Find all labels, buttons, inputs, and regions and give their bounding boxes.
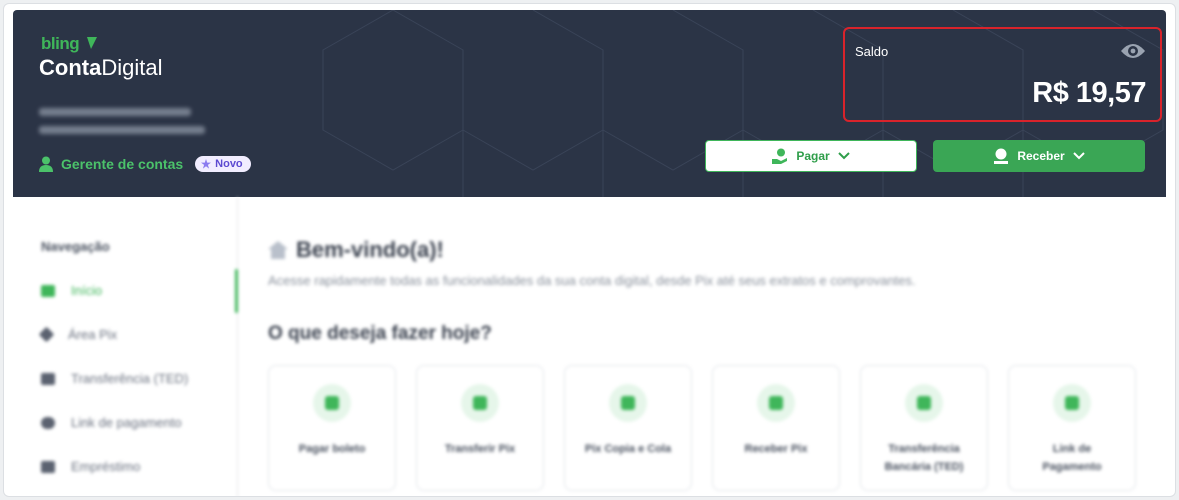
card-label: Pix Copia e Cola bbox=[573, 440, 683, 458]
bank-icon bbox=[905, 384, 943, 422]
pay-button[interactable]: Pagar bbox=[705, 140, 917, 172]
card-label: Link de Pagamento bbox=[1017, 440, 1127, 476]
card-label: Transferência Bancária (TED) bbox=[869, 440, 979, 476]
welcome-text: Bem-vindo(a)! bbox=[296, 237, 444, 262]
sidebar-item-label: Transferência (TED) bbox=[71, 371, 189, 386]
new-badge-label: Novo bbox=[215, 158, 243, 170]
conta-digital-logo: ContaDigital bbox=[39, 55, 162, 81]
card-pagar-boleto[interactable]: Pagar boleto bbox=[268, 365, 396, 491]
welcome-subtitle: Acesse rapidamente todas as funcionalida… bbox=[268, 273, 916, 288]
balance-panel: Saldo R$ 19,57 bbox=[843, 27, 1162, 122]
eye-icon[interactable] bbox=[1120, 40, 1146, 62]
card-label: Receber Pix bbox=[721, 440, 831, 458]
sidebar-item-link-pagamento[interactable]: Link de pagamento bbox=[41, 415, 182, 430]
quick-actions-title: O que deseja fazer hoje? bbox=[268, 323, 492, 344]
card-label-line1: Receber Pix bbox=[744, 443, 808, 455]
sidebar-item-area-pix[interactable]: Área Pix bbox=[38, 326, 118, 343]
welcome-heading: Bem-vindo(a)! bbox=[268, 237, 444, 263]
card-label-line2: Pagamento bbox=[1042, 461, 1102, 473]
transfer-pix-icon bbox=[461, 384, 499, 422]
card-pix-copia-cola[interactable]: Pix Copia e Cola bbox=[564, 365, 692, 491]
new-badge: Novo bbox=[195, 156, 251, 172]
agency-info-redacted bbox=[39, 126, 205, 134]
loan-icon bbox=[41, 460, 55, 473]
account-manager-link[interactable]: Gerente de contas Novo bbox=[39, 156, 251, 172]
logo-light-text: Digital bbox=[101, 55, 163, 80]
sidebar-item-inicio[interactable]: Início bbox=[41, 283, 102, 298]
card-link-pagamento[interactable]: Link de Pagamento bbox=[1008, 365, 1136, 491]
receive-button[interactable]: Receber bbox=[933, 140, 1145, 172]
bling-mark-icon bbox=[87, 37, 97, 49]
receive-money-icon bbox=[994, 148, 1009, 164]
link-icon bbox=[41, 416, 55, 429]
card-label: Pagar boleto bbox=[277, 440, 387, 458]
link-icon bbox=[1053, 384, 1091, 422]
sidebar-item-label: Link de pagamento bbox=[71, 415, 182, 430]
sidebar-item-label: Área Pix bbox=[68, 327, 118, 342]
star-icon bbox=[201, 159, 212, 169]
balance-value: R$ 19,57 bbox=[1032, 77, 1146, 109]
home-icon bbox=[268, 241, 288, 259]
card-label: Transferir Pix bbox=[425, 440, 535, 458]
card-label-line1: Pix Copia e Cola bbox=[584, 443, 672, 455]
chevron-down-icon bbox=[1072, 152, 1085, 160]
home-icon bbox=[41, 284, 55, 297]
bank-icon bbox=[41, 372, 55, 385]
card-label-line1: Pagar boleto bbox=[298, 443, 366, 455]
copy-icon bbox=[609, 384, 647, 422]
user-icon bbox=[39, 156, 53, 172]
card-transferir-pix[interactable]: Transferir Pix bbox=[416, 365, 544, 491]
chevron-down-icon bbox=[837, 152, 850, 160]
receive-hand-icon bbox=[757, 384, 795, 422]
balance-label: Saldo bbox=[855, 44, 889, 59]
card-label-line1: Transferência bbox=[888, 443, 960, 455]
card-label-line2: Bancária (TED) bbox=[884, 461, 964, 473]
sidebar-item-label: Empréstimo bbox=[71, 459, 141, 474]
card-label-line1: Transferir Pix bbox=[444, 443, 516, 455]
sidebar-item-emprestimo[interactable]: Empréstimo bbox=[41, 459, 140, 474]
nav-title: Navegação bbox=[41, 239, 110, 254]
card-label-line1: Link de bbox=[1052, 443, 1092, 455]
bling-logo: bling bbox=[41, 34, 80, 53]
manager-label: Gerente de contas bbox=[61, 156, 184, 172]
navigation-sidebar: Navegação Início Área Pix Transferência … bbox=[13, 197, 238, 496]
main-content: Bem-vindo(a)! Acesse rapidamente todas a… bbox=[238, 197, 1166, 496]
receive-button-label: Receber bbox=[1017, 149, 1065, 163]
app-frame: bling ContaDigital Gerente de contas Nov… bbox=[3, 3, 1176, 497]
card-transferencia-ted[interactable]: Transferência Bancária (TED) bbox=[860, 365, 988, 491]
pay-hand-icon bbox=[772, 148, 788, 164]
sidebar-item-label: Início bbox=[71, 283, 103, 298]
card-receber-pix[interactable]: Receber Pix bbox=[712, 365, 840, 491]
bank-info-redacted bbox=[39, 108, 191, 116]
pay-button-label: Pagar bbox=[796, 149, 830, 163]
sidebar-item-transferencia[interactable]: Transferência (TED) bbox=[41, 371, 188, 386]
barcode-icon bbox=[313, 384, 351, 422]
pix-icon bbox=[38, 326, 55, 343]
logo-bold-text: Conta bbox=[39, 55, 102, 80]
